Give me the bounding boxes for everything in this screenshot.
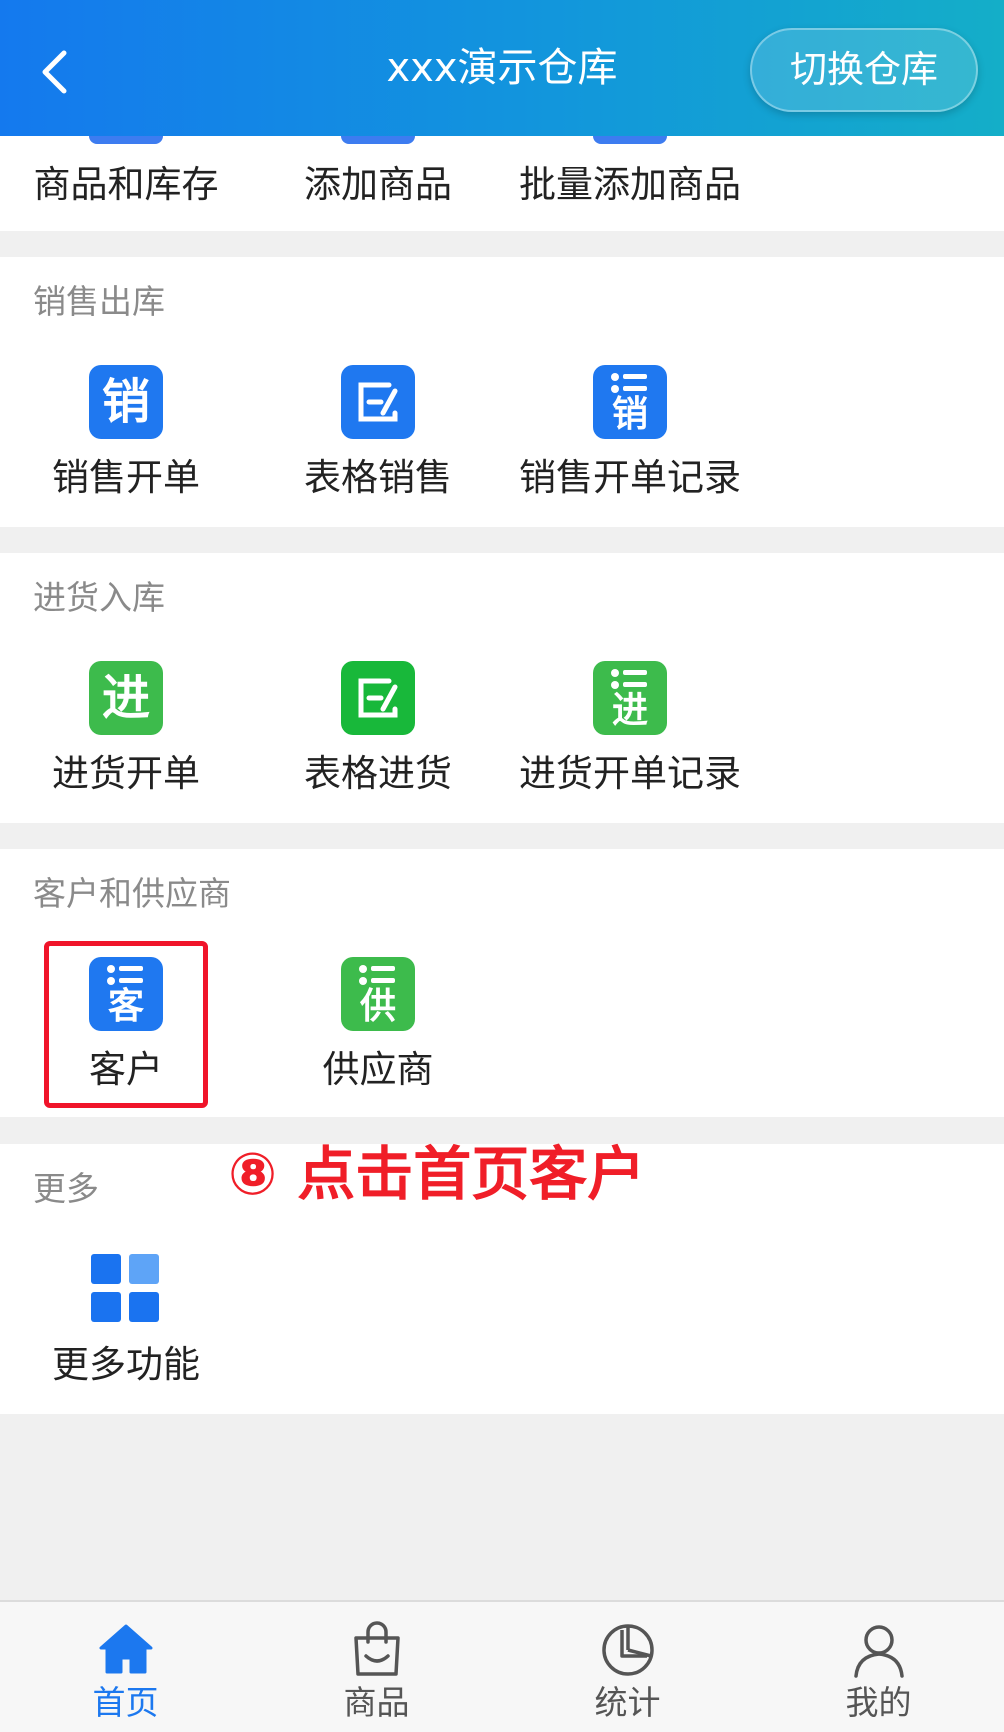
- purchase-records-icon: 进: [593, 661, 667, 735]
- sales-records-item[interactable]: 销 销售开单记录: [504, 365, 756, 505]
- item-label: 表格销售: [304, 456, 452, 499]
- section-title: 更多: [33, 1169, 99, 1208]
- item-label: 进货开单: [52, 752, 200, 795]
- item-label: 销售开单: [52, 456, 200, 499]
- item-label: 供应商: [322, 1048, 434, 1091]
- customers-item[interactable]: 客 客户: [0, 957, 252, 1097]
- section-partners: 客户和供应商 客 客户 供 供应商: [0, 849, 1004, 1117]
- sales-records-icon: 销: [593, 365, 667, 439]
- tab-goods[interactable]: 商品: [251, 1602, 502, 1732]
- batch-add-goods-item[interactable]: 批量添加商品: [504, 136, 756, 231]
- item-label: 更多功能: [52, 1343, 200, 1386]
- item-label: 添加商品: [304, 163, 452, 206]
- goods-inventory-item[interactable]: 商品和库存: [0, 136, 252, 231]
- item-label: 进货开单记录: [519, 752, 741, 795]
- item-label: 客户: [89, 1048, 163, 1091]
- shopping-bag-icon: [354, 1621, 400, 1676]
- more-functions-item[interactable]: 更多功能: [0, 1252, 252, 1392]
- bottom-tab-bar: 首页 商品 统计 我的: [0, 1600, 1004, 1732]
- table-edit-icon: [341, 661, 415, 735]
- grid-icon: [91, 1254, 159, 1322]
- section-goods: 商品和库存 添加商品 批量添加商品: [0, 136, 1004, 231]
- add-goods-item[interactable]: 添加商品: [252, 136, 504, 231]
- user-icon: [854, 1625, 904, 1678]
- sales-order-item[interactable]: 销 销售开单: [0, 365, 252, 505]
- table-sales-item[interactable]: 表格销售: [252, 365, 504, 505]
- section-purchase: 进货入库 进 进货开单 表格进货 进 进货开单记录: [0, 553, 1004, 823]
- purchase-records-item[interactable]: 进 进货开单记录: [504, 661, 756, 801]
- section-title: 销售出库: [33, 282, 165, 321]
- suppliers-icon: 供: [341, 957, 415, 1031]
- tab-home[interactable]: 首页: [0, 1602, 251, 1732]
- section-title: 客户和供应商: [33, 874, 231, 913]
- header-bar: xxx演示仓库 切换仓库: [0, 0, 1004, 136]
- tab-label: 首页: [92, 1683, 159, 1722]
- section-title: 进货入库: [33, 578, 165, 617]
- item-label: 表格进货: [304, 752, 452, 795]
- tab-label: 统计: [594, 1683, 661, 1722]
- customers-icon: 客: [89, 957, 163, 1031]
- home-icon: [99, 1624, 153, 1674]
- item-label: 商品和库存: [33, 163, 219, 206]
- section-sales: 销售出库 销 销售开单 表格销售 销 销售开单记录: [0, 257, 1004, 527]
- purchase-order-icon: 进: [89, 661, 163, 735]
- table-edit-icon: [341, 365, 415, 439]
- tab-mine[interactable]: 我的: [753, 1602, 1004, 1732]
- suppliers-item[interactable]: 供 供应商: [252, 957, 504, 1097]
- item-label: 销售开单记录: [519, 456, 741, 499]
- item-label: 批量添加商品: [519, 163, 741, 206]
- pie-chart-icon: [602, 1624, 654, 1676]
- instruction-annotation: ⑧ 点击首页客户: [228, 1140, 646, 1208]
- table-purchase-item[interactable]: 表格进货: [252, 661, 504, 801]
- tab-statistics[interactable]: 统计: [502, 1602, 753, 1732]
- tab-label: 我的: [845, 1683, 912, 1722]
- purchase-order-item[interactable]: 进 进货开单: [0, 661, 252, 801]
- sales-order-icon: 销: [89, 365, 163, 439]
- tab-label: 商品: [343, 1683, 410, 1722]
- switch-warehouse-button[interactable]: 切换仓库: [750, 28, 978, 112]
